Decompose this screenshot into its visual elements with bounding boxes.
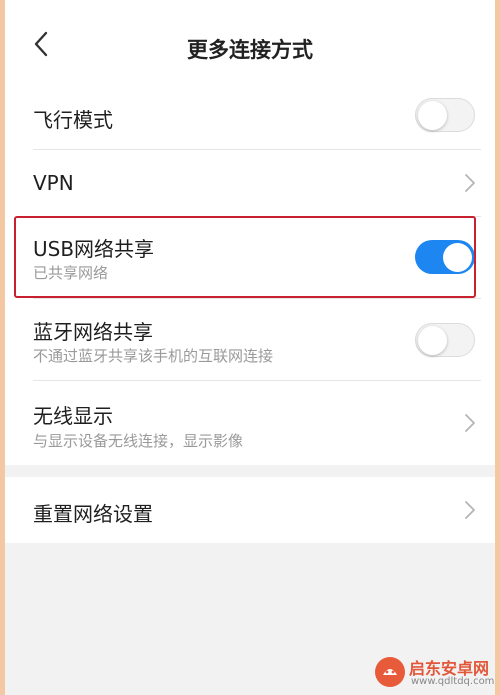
wireless-display-row[interactable]: 无线显示 与显示设备无线连接，显示影像 <box>5 381 495 465</box>
usb-tethering-highlight-box <box>14 216 476 298</box>
vpn-label: VPN <box>33 171 74 195</box>
wireless-display-description: 与显示设备无线连接，显示影像 <box>33 432 244 450</box>
vpn-row[interactable]: VPN <box>5 150 495 216</box>
toggle-knob <box>418 326 447 355</box>
airplane-mode-label: 飞行模式 <box>33 108 113 132</box>
bluetooth-tethering-toggle[interactable] <box>415 323 475 357</box>
bluetooth-tethering-label: 蓝牙网络共享 <box>33 320 153 344</box>
bluetooth-tethering-description: 不通过蓝牙共享该手机的互联网连接 <box>33 347 274 365</box>
chevron-right-icon <box>465 501 475 519</box>
reset-network-row[interactable]: 重置网络设置 <box>5 477 495 543</box>
chevron-right-icon <box>465 174 475 192</box>
header-bar: 更多连接方式 <box>5 0 495 82</box>
airplane-mode-row[interactable]: 飞行模式 <box>5 82 495 149</box>
wireless-display-label: 无线显示 <box>33 404 113 428</box>
settings-group-reset: 重置网络设置 <box>5 477 495 543</box>
page-title: 更多连接方式 <box>187 38 313 62</box>
watermark-url: www.qdltdq.com <box>411 676 495 687</box>
watermark: 启东安卓网 www.qdltdq.com <box>373 655 497 691</box>
settings-screen: 更多连接方式 飞行模式 VPN USB网络共享 已共享网络 蓝牙网络共享 不通过… <box>5 0 495 695</box>
toggle-knob <box>418 101 447 130</box>
chevron-right-icon <box>465 414 475 432</box>
airplane-mode-toggle[interactable] <box>415 98 475 132</box>
reset-network-label: 重置网络设置 <box>33 502 153 526</box>
watermark-logo-icon <box>375 657 405 687</box>
bluetooth-tethering-row[interactable]: 蓝牙网络共享 不通过蓝牙共享该手机的互联网连接 <box>5 299 495 380</box>
